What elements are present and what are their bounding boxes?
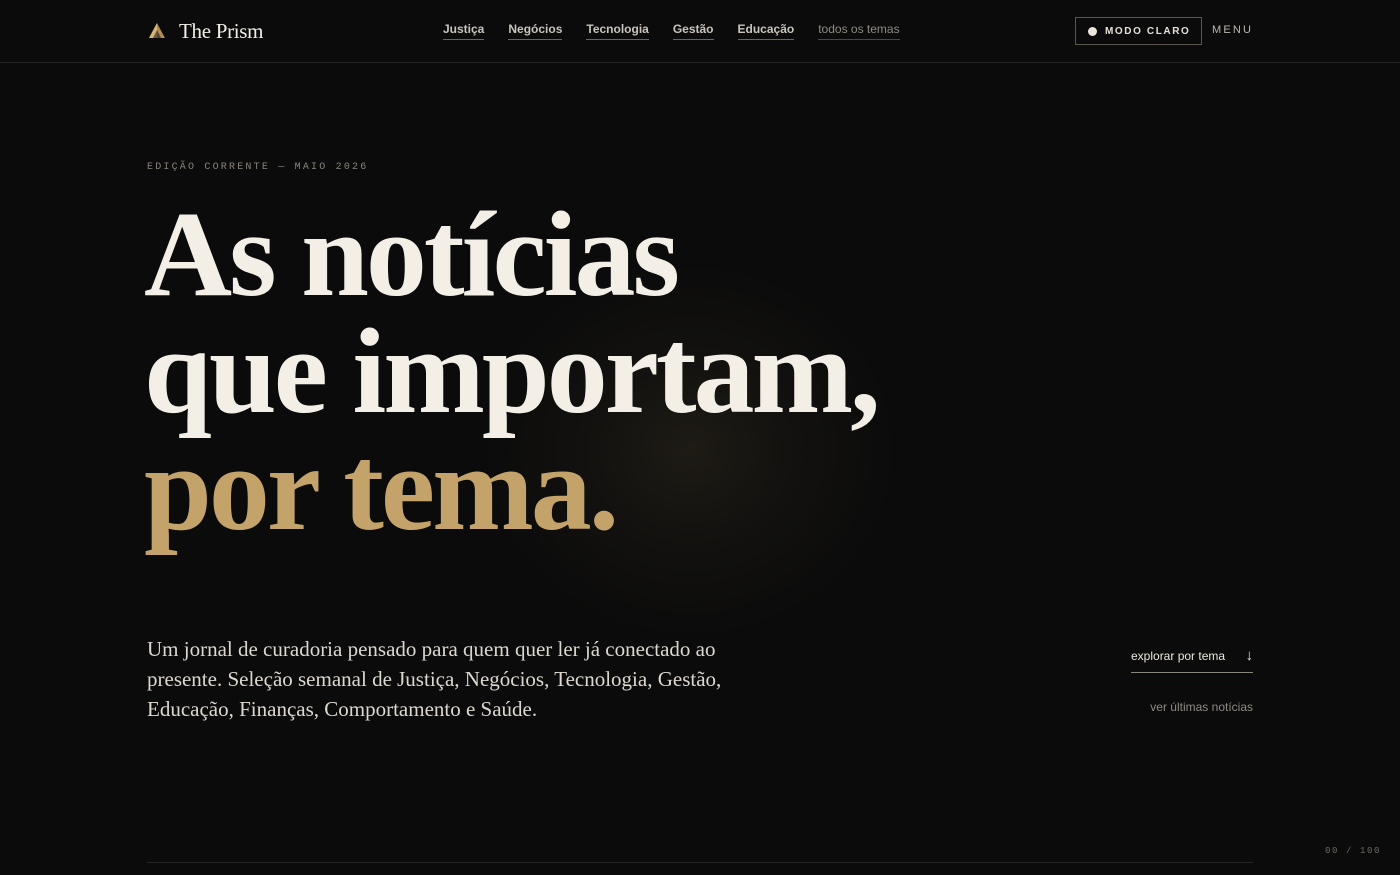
- nav-item-gestao[interactable]: Gestão: [672, 22, 714, 40]
- latest-news-link[interactable]: ver últimas notícias: [1150, 700, 1253, 714]
- headline-line-1: As notícias: [144, 187, 680, 322]
- light-mode-toggle-button[interactable]: MODO CLARO: [1075, 17, 1202, 45]
- site-header: The Prism Justiça Negócios Tecnologia Ge…: [0, 0, 1400, 63]
- hero-lede: Um jornal de curadoria pensado para quem…: [147, 637, 722, 721]
- scroll-progress-indicator: 00 / 100: [1324, 846, 1381, 856]
- nav-item-todos-os-temas[interactable]: todos os temas: [818, 22, 900, 40]
- mode-toggle-label: MODO CLARO: [1105, 25, 1191, 37]
- nav-item-educacao[interactable]: Educação: [737, 22, 795, 40]
- menu-button[interactable]: MENU: [1212, 24, 1253, 36]
- nav-item-tecnologia[interactable]: Tecnologia: [586, 22, 649, 40]
- headline-line-2: que importam,: [144, 304, 881, 439]
- bottom-divider: [147, 862, 1253, 863]
- brand-logo-link[interactable]: The Prism: [148, 18, 264, 44]
- explore-by-topic-link[interactable]: explorar por tema ↓: [1131, 647, 1254, 673]
- explore-label: explorar por tema: [1131, 649, 1226, 663]
- brand-name: The Prism: [179, 18, 264, 43]
- nav-item-negocios[interactable]: Negócios: [508, 22, 563, 40]
- arrow-down-icon: ↓: [1245, 647, 1254, 664]
- primary-nav: Justiça Negócios Tecnologia Gestão Educa…: [443, 22, 900, 40]
- mode-dot-icon: [1088, 26, 1097, 36]
- hero-headline: As notícias que importam, por tema.: [144, 187, 881, 556]
- edition-label: EDIÇÃO CORRENTE — MAIO 2026: [147, 162, 369, 173]
- prism-triangle-icon: [148, 22, 166, 40]
- headline-line-3-accent: por tema.: [144, 421, 619, 556]
- nav-item-justica[interactable]: Justiça: [443, 22, 485, 40]
